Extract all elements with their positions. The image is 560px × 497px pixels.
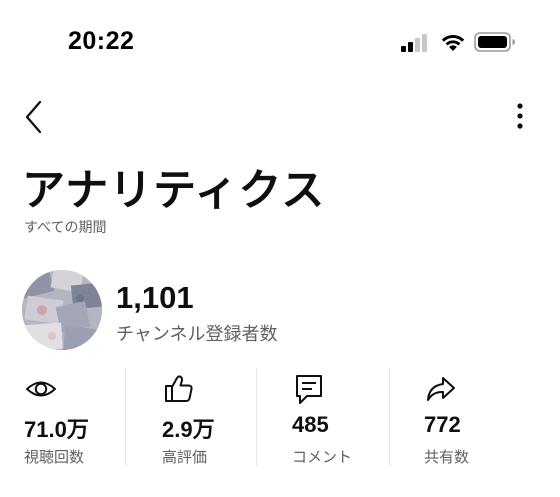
wifi-icon bbox=[441, 34, 465, 51]
metric-value: 2.9万 bbox=[162, 417, 215, 442]
battery-icon bbox=[474, 32, 515, 52]
divider bbox=[256, 368, 257, 466]
page-title: アナリティクス bbox=[22, 166, 326, 216]
avatar-image bbox=[22, 270, 102, 350]
more-options-button[interactable] bbox=[500, 94, 540, 142]
back-button[interactable] bbox=[16, 92, 56, 140]
status-bar: 20:22 bbox=[0, 0, 560, 84]
subscriber-label: チャンネル登録者数 bbox=[116, 324, 278, 345]
more-vertical-icon bbox=[517, 103, 523, 129]
cellular-signal-icon bbox=[401, 34, 427, 52]
metric-label: 視聴回数 bbox=[24, 448, 85, 466]
status-time: 20:22 bbox=[68, 27, 135, 55]
metric-label: コメント bbox=[292, 448, 353, 466]
metric-value: 485 bbox=[292, 412, 329, 437]
metric-value: 71.0万 bbox=[24, 417, 89, 442]
top-app-bar bbox=[0, 90, 560, 146]
comment-icon bbox=[296, 375, 322, 404]
channel-summary: 1,101 チャンネル登録者数 bbox=[22, 268, 542, 354]
metric-views[interactable]: 71.0万 視聴回数 bbox=[24, 368, 124, 468]
period-label[interactable]: すべての期間 bbox=[24, 217, 106, 237]
metric-value: 772 bbox=[424, 412, 461, 437]
status-icons bbox=[400, 30, 520, 54]
chevron-left-icon bbox=[25, 100, 42, 134]
eye-icon bbox=[26, 381, 56, 397]
channel-avatar[interactable] bbox=[22, 270, 102, 350]
metric-likes[interactable]: 2.9万 高評価 bbox=[162, 368, 252, 468]
metric-shares[interactable]: 772 共有数 bbox=[424, 368, 514, 468]
thumbs-up-icon bbox=[165, 375, 193, 402]
metric-comments[interactable]: 485 コメント bbox=[292, 368, 382, 468]
divider bbox=[389, 368, 390, 466]
share-icon bbox=[427, 377, 455, 401]
divider bbox=[125, 368, 126, 466]
subscriber-count: 1,101 bbox=[116, 280, 194, 315]
metrics-row: 71.0万 視聴回数 2.9万 高評価 485 コメント 772 共有数 bbox=[0, 368, 560, 468]
metric-label: 高評価 bbox=[162, 448, 208, 466]
metric-label: 共有数 bbox=[424, 448, 470, 466]
